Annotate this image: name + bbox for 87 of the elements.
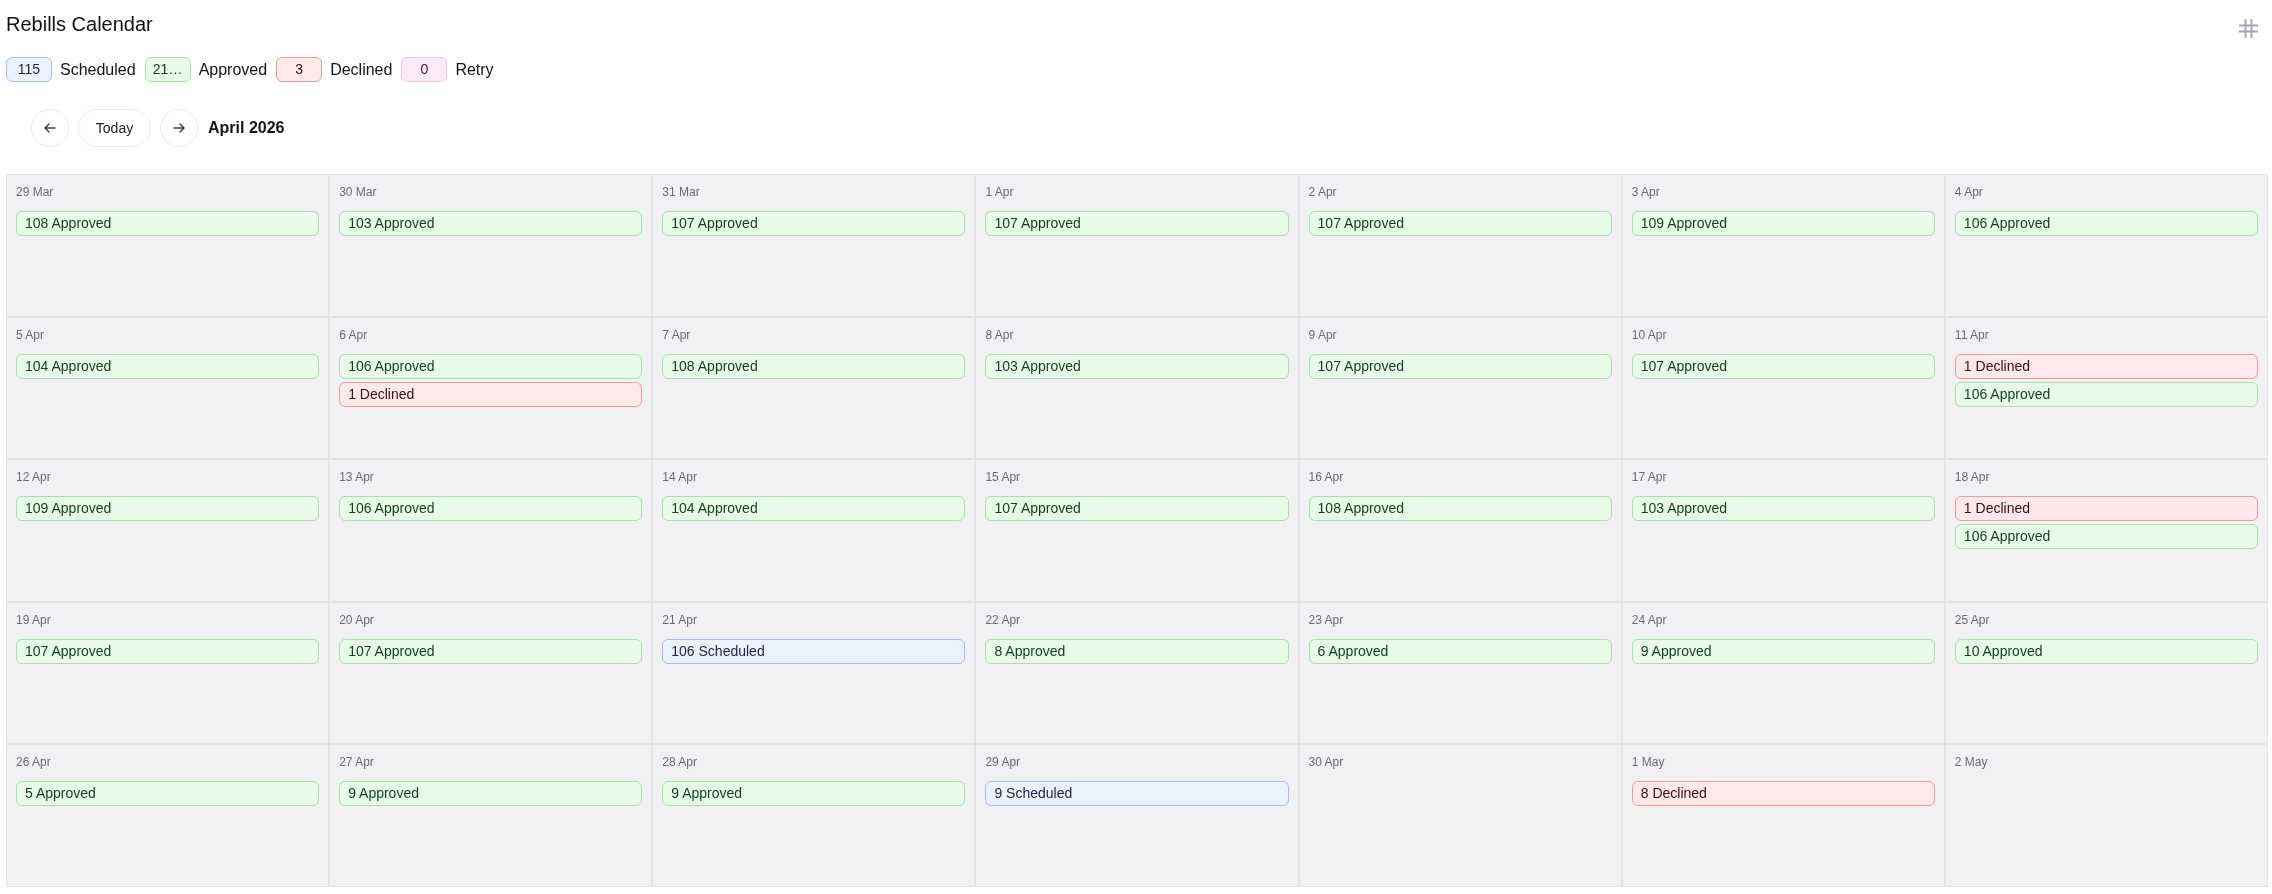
event-chip[interactable]: 104 Approved	[16, 353, 320, 379]
event-chip[interactable]: 106 Approved	[339, 496, 643, 522]
day-date: 7 Apr	[662, 326, 691, 343]
event-chip[interactable]: 107 Approved	[985, 211, 1289, 236]
event-chip[interactable]: 106 Approved	[1954, 381, 2258, 407]
legend-label: Retry	[455, 59, 494, 80]
day-date: 3 Apr	[1631, 184, 1660, 200]
day-date: 8 Apr	[985, 326, 1014, 343]
today-button[interactable]: Today	[78, 109, 151, 147]
event-chip[interactable]: 8 Approved	[985, 638, 1289, 664]
event-chip[interactable]: 107 Approved	[1308, 353, 1612, 379]
event-chip[interactable]: 106 Approved	[1954, 211, 2258, 236]
event-chip[interactable]: 9 Scheduled	[985, 781, 1289, 807]
previous-month-button[interactable]	[31, 109, 69, 147]
month-label: April 2026	[208, 118, 285, 138]
event-chip[interactable]: 8 Declined	[1631, 781, 1935, 807]
count-badge: 21…	[144, 57, 191, 82]
day-date: 22 Apr	[985, 611, 1021, 628]
event-chip[interactable]: 108 Approved	[16, 211, 320, 236]
day-date: 13 Apr	[339, 469, 374, 486]
day-date: 28 Apr	[662, 754, 697, 771]
event-chip[interactable]: 106 Approved	[1954, 524, 2258, 550]
arrow-left-icon	[44, 123, 56, 133]
page-title: Rebills Calendar	[6, 12, 153, 37]
event-chip[interactable]: 9 Approved	[1631, 638, 1935, 664]
day-date: 2 Apr	[1308, 184, 1337, 200]
day-date: 31 Mar	[662, 184, 700, 200]
day-date: 21 Apr	[662, 611, 697, 628]
event-chip[interactable]: 103 Approved	[1631, 496, 1935, 522]
day-date: 23 Apr	[1308, 611, 1344, 628]
day-date: 14 Apr	[662, 469, 697, 486]
count-badge: 115	[6, 57, 52, 82]
day-date: 18 Apr	[1954, 469, 1990, 486]
arrow-right-icon	[173, 123, 185, 133]
day-date: 20 Apr	[339, 611, 374, 628]
event-chip[interactable]: 104 Approved	[662, 496, 966, 522]
day-date: 10 Apr	[1631, 326, 1667, 343]
event-chip[interactable]: 108 Approved	[1308, 496, 1612, 522]
event-chip[interactable]: 9 Approved	[662, 781, 966, 807]
event-chip[interactable]: 1 Declined	[339, 381, 643, 407]
grid-icon[interactable]	[2239, 19, 2258, 38]
event-chip[interactable]: 1 Declined	[1954, 353, 2258, 379]
event-chip[interactable]: 108 Approved	[662, 353, 966, 379]
event-chip[interactable]: 109 Approved	[16, 496, 320, 522]
legend-label: Scheduled	[60, 59, 136, 80]
day-date: 19 Apr	[16, 611, 51, 628]
day-date: 24 Apr	[1631, 611, 1667, 628]
day-date: 30 Mar	[339, 184, 377, 200]
day-date: 29 Apr	[985, 754, 1021, 771]
event-chip[interactable]: 103 Approved	[985, 353, 1289, 379]
event-chip[interactable]: 107 Approved	[662, 211, 966, 236]
day-date: 17 Apr	[1631, 469, 1667, 486]
day-date: 26 Apr	[16, 754, 51, 771]
event-chip[interactable]: 6 Approved	[1308, 638, 1612, 664]
count-badge: 0	[401, 57, 448, 82]
event-chip[interactable]: 107 Approved	[985, 496, 1289, 522]
event-chip[interactable]: 107 Approved	[16, 638, 320, 664]
day-date: 29 Mar	[16, 184, 54, 200]
day-date: 16 Apr	[1308, 469, 1344, 486]
event-chip[interactable]: 5 Approved	[16, 781, 320, 807]
day-date: 25 Apr	[1954, 611, 1990, 628]
day-date: 5 Apr	[16, 326, 45, 343]
event-chip[interactable]: 107 Approved	[1631, 353, 1935, 379]
day-date: 15 Apr	[985, 469, 1021, 486]
event-chip[interactable]: 1 Declined	[1954, 496, 2258, 522]
event-chip[interactable]: 106 Scheduled	[662, 638, 966, 664]
event-chip[interactable]: 109 Approved	[1631, 211, 1935, 236]
event-chip[interactable]: 9 Approved	[339, 781, 643, 807]
event-chip[interactable]: 103 Approved	[339, 211, 643, 236]
event-chip[interactable]: 10 Approved	[1954, 638, 2258, 664]
day-date: 4 Apr	[1954, 184, 1983, 200]
event-chip[interactable]: 107 Approved	[1308, 211, 1612, 236]
next-month-button[interactable]	[160, 109, 198, 147]
day-date: 1 Apr	[985, 184, 1014, 200]
event-chip[interactable]: 107 Approved	[339, 638, 643, 664]
day-date: 12 Apr	[16, 469, 51, 486]
day-date: 1 May	[1631, 754, 1665, 771]
day-date: 2 May	[1954, 754, 1988, 771]
day-date: 11 Apr	[1954, 326, 1989, 343]
event-chip[interactable]: 106 Approved	[339, 353, 643, 379]
legend-label: Approved	[198, 59, 268, 80]
count-badge: 3	[276, 57, 323, 82]
day-date: 6 Apr	[339, 326, 368, 343]
day-date: 30 Apr	[1308, 754, 1344, 771]
day-date: 27 Apr	[339, 754, 374, 771]
legend-label: Declined	[330, 59, 393, 80]
day-date: 9 Apr	[1308, 326, 1337, 343]
